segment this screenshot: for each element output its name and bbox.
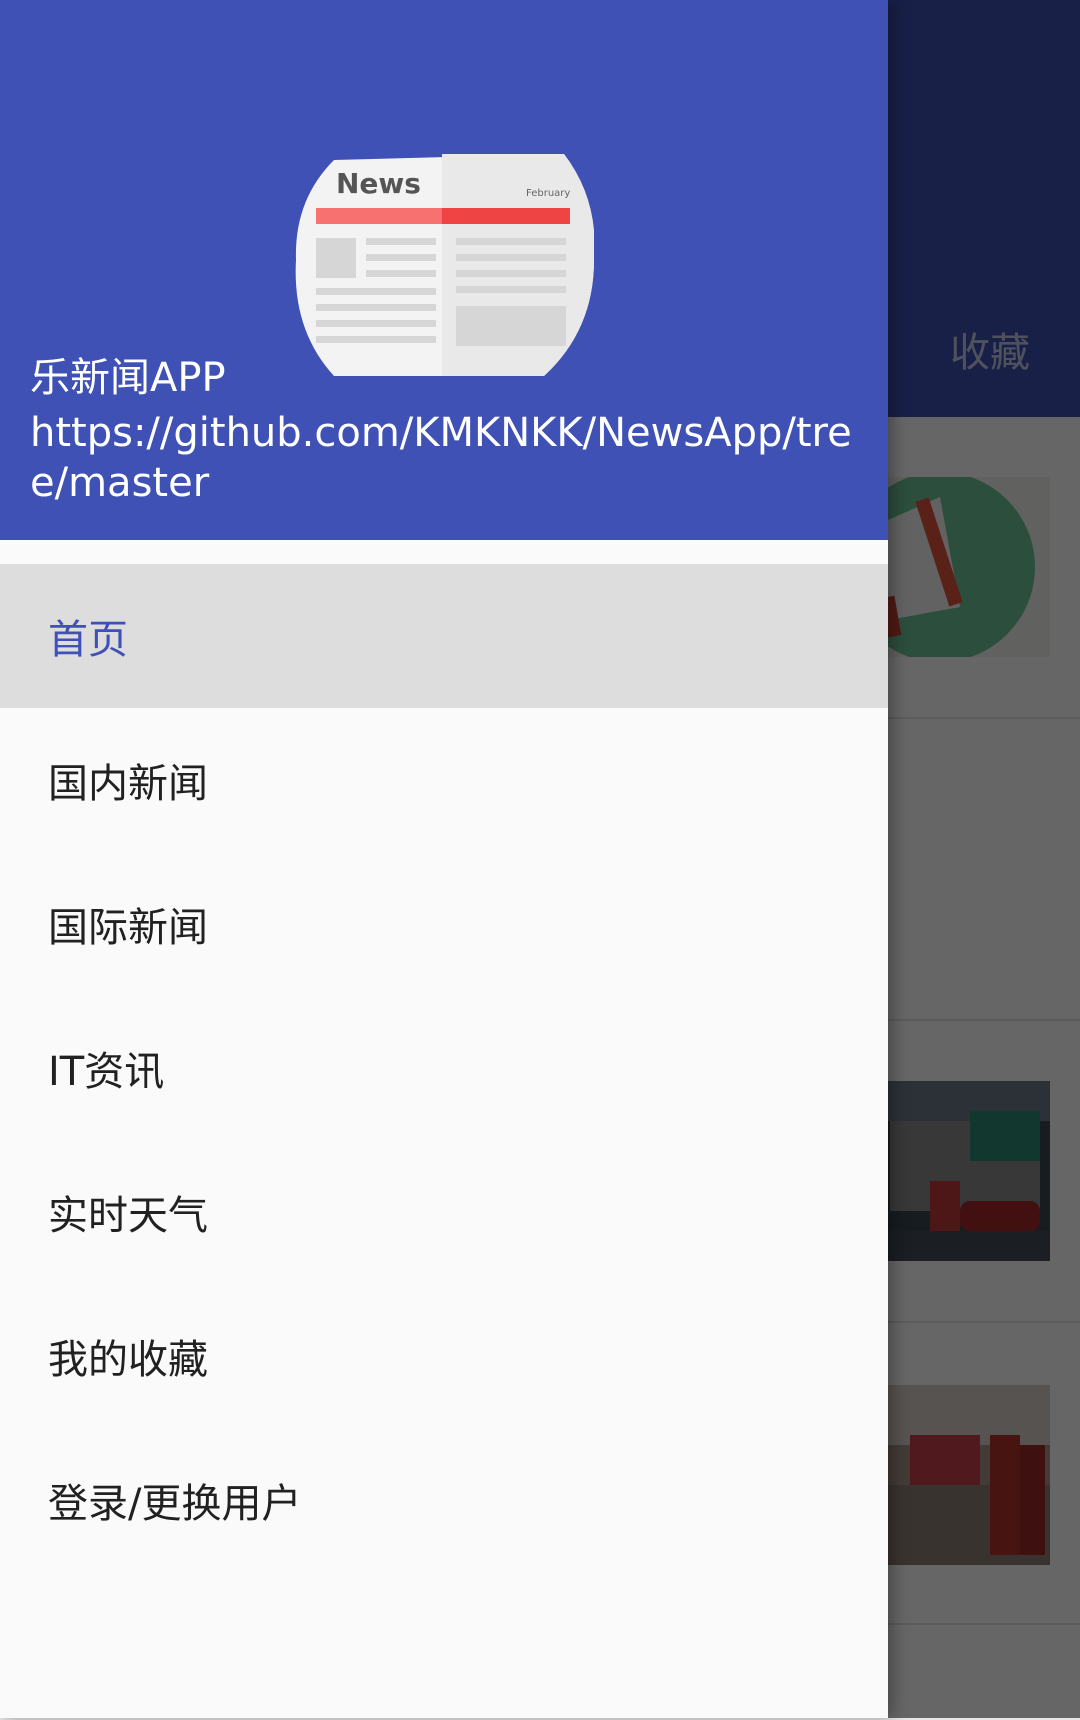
menu-item-home[interactable]: 首页 [0,564,888,708]
navigation-drawer: News February 乐新闻APP https://github.com/… [0,0,888,1718]
logo-title: News [336,167,421,200]
app-name: 乐新闻APP [30,355,226,401]
menu-item-login[interactable]: 登录/更换用户 [0,1428,888,1572]
logo-subtitle: February [526,188,570,199]
drawer-header: News February 乐新闻APP https://github.com/… [0,0,888,540]
menu-item-international-news[interactable]: 国际新闻 [0,852,888,996]
app-url: https://github.com/KMKNKK/NewsApp/tree/m… [30,410,852,506]
news-logo-icon: News February [295,154,594,376]
menu-item-weather[interactable]: 实时天气 [0,1140,888,1284]
drawer-menu: 首页 国内新闻 国际新闻 IT资讯 实时天气 我的收藏 登录/更换用户 [0,564,888,1572]
menu-item-it-news[interactable]: IT资讯 [0,996,888,1140]
menu-item-domestic-news[interactable]: 国内新闻 [0,708,888,852]
menu-item-favorites[interactable]: 我的收藏 [0,1284,888,1428]
